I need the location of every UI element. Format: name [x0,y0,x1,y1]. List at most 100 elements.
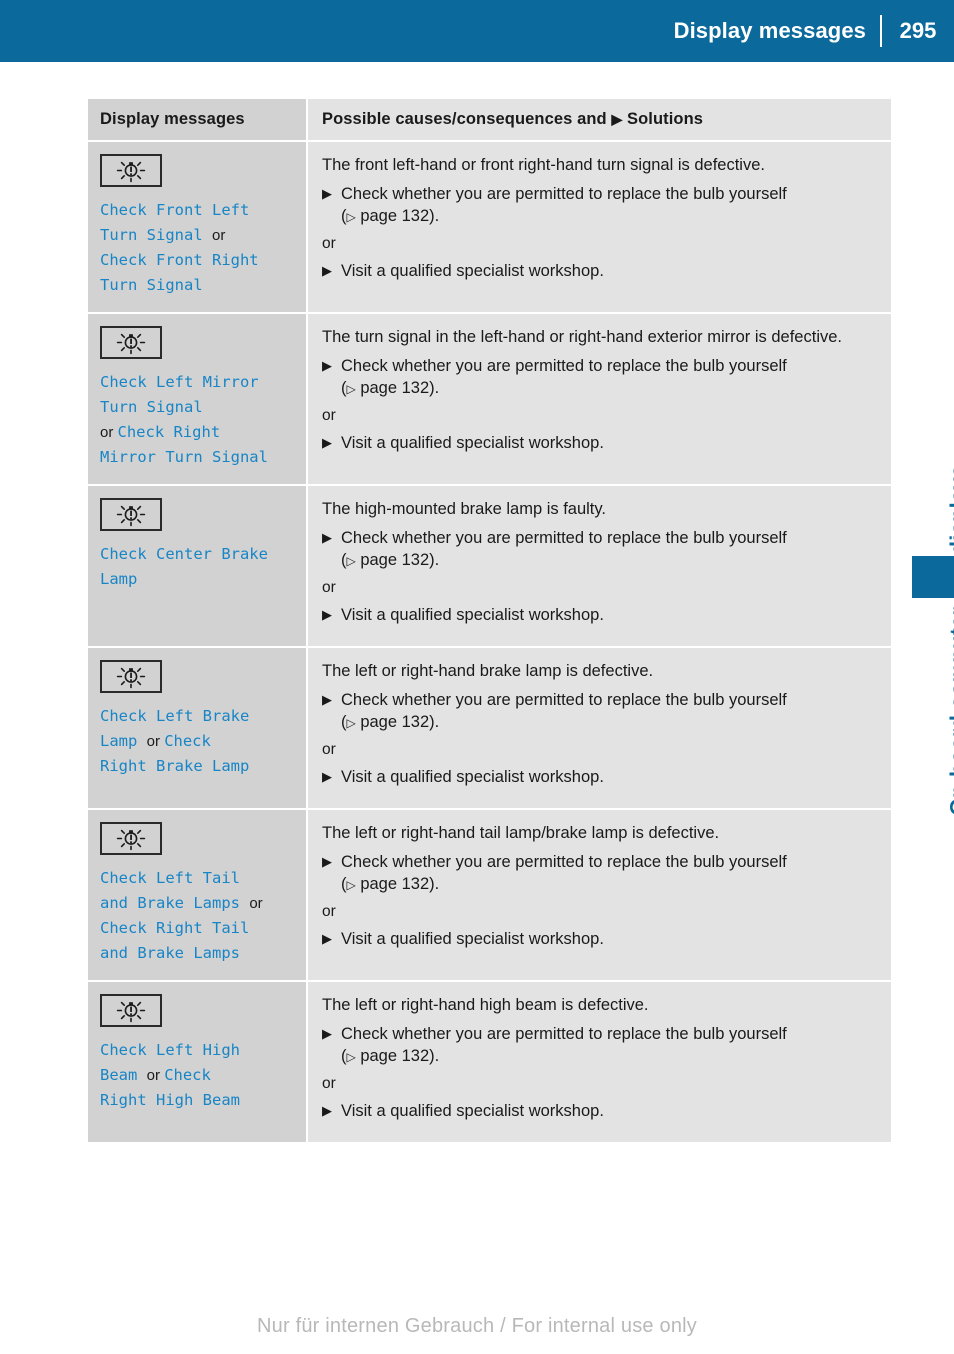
page-reference[interactable]: (▷ page 132). [341,1045,877,1068]
solution-step-text: Visit a qualified specialist workshop. [341,262,604,280]
step-arrow-icon: ▶ [322,692,332,707]
step-arrow-icon: ▶ [322,607,332,622]
solution-step-main: Check whether you are permitted to repla… [341,853,787,871]
message-segment: and Brake Lamps [100,894,250,912]
message-segment: Check Front Left [100,201,250,219]
page-reference[interactable]: (▷ page 132). [341,711,877,734]
display-message-line: Turn Signal or [100,223,292,248]
page-reference[interactable]: (▷ page 132). [341,549,877,572]
page-reference[interactable]: (▷ page 132). [341,873,877,896]
cause-text: The left or right-hand tail lamp/brake l… [322,824,720,842]
cause-solution-cell: The left or right-hand tail lamp/brake l… [308,810,891,980]
message-segment: Check Right Tail [100,919,250,937]
solution-step: ▶ Check whether you are permitted to repl… [322,527,877,572]
message-segment: Turn Signal [100,276,203,294]
table-row: Check Left High Beam or Check Right High B… [88,982,891,1142]
solution-step: ▶ Visit a qualified specialist workshop. [322,260,877,282]
display-message-text: Check Left Mirror Turn Signal or Check Rig… [100,370,292,470]
display-message-text: Check Left High Beam or Check Right High B… [100,1038,292,1113]
display-message-cell: Check Left High Beam or Check Right High B… [88,982,306,1142]
table-row: Check Left Mirror Turn Signal or Check Rig… [88,314,891,484]
or-separator: or [322,1075,336,1092]
solution-step: ▶ Check whether you are permitted to repl… [322,689,877,734]
cause-text: The left or right-hand brake lamp is def… [322,662,654,680]
solution-step-text: Visit a qualified specialist workshop. [341,768,604,786]
message-segment: Lamp [100,732,147,750]
display-message-line: and Brake Lamps or [100,891,292,916]
page-reference-arrow-icon: ▷ [346,210,356,224]
display-message-text: Check Left Brake Lamp or Check Right Brake… [100,704,292,779]
or-separator: or [322,235,336,252]
cause-solution-cell: The turn signal in the left-hand or righ… [308,314,891,484]
step-arrow-icon: ▶ [322,1103,332,1118]
table-row: Check Center Brake Lamp The high-mounted b… [88,486,891,646]
message-segment: Check Center Brake [100,545,268,563]
warning-indicator-box [100,326,162,359]
display-message-line: Mirror Turn Signal [100,445,292,470]
bulb-warning-icon [116,333,146,355]
page-reference[interactable]: (▷ page 132). [341,205,877,228]
solution-step-text: Check whether you are permitted to repla… [341,851,877,896]
display-message-line: Check Left Mirror [100,370,292,395]
display-message-line: Check Front Left [100,198,292,223]
warning-indicator-box [100,660,162,693]
display-message-line: Lamp [100,567,292,592]
message-segment: or [211,227,226,244]
display-message-cell: Check Center Brake Lamp [88,486,306,646]
column-header-solutions: Possible causes/consequences and ▶ Solut… [322,110,703,128]
bulb-warning-icon [116,505,146,527]
page-title: Display messages [673,18,866,43]
solution-step-text: Visit a qualified specialist workshop. [341,434,604,452]
cause-solution-cell: The left or right-hand brake lamp is def… [308,648,891,808]
cause-solution-cell: The front left-hand or front right-hand … [308,142,891,312]
solution-step-text: Check whether you are permitted to repla… [341,355,877,400]
table-header-cell-messages: Display messages [88,99,306,140]
cause-solution-cell: The high-mounted brake lamp is faulty. ▶ C… [308,486,891,646]
display-messages-table: Display messages Possible causes/consequ… [88,99,891,1144]
bulb-warning-icon [116,667,146,689]
solution-step-text: Check whether you are permitted to repla… [341,183,877,228]
display-message-line: Turn Signal [100,395,292,420]
solution-step-main: Check whether you are permitted to repla… [341,529,787,547]
solution-step-text: Check whether you are permitted to repla… [341,1023,877,1068]
page-reference-arrow-icon: ▷ [346,878,356,892]
message-segment: Check [164,1066,211,1084]
solution-step: ▶ Check whether you are permitted to repl… [322,1023,877,1068]
display-message-line: Right High Beam [100,1088,292,1113]
message-segment: or [146,1067,165,1084]
message-segment: Check Left Tail [100,869,240,887]
message-segment: Check Right [117,423,221,441]
display-message-line: Lamp or Check [100,729,292,754]
display-message-line: Check Right Tail [100,916,292,941]
footer-watermark: Nur für internen Gebrauch / For internal… [256,1315,697,1337]
solution-step: ▶ Check whether you are permitted to repl… [322,183,877,228]
document-page: Display messages 295 On-board computer a… [0,0,954,1354]
warning-indicator-box [100,154,162,187]
or-separator: or [322,741,336,758]
message-segment: and Brake Lamps [100,944,240,962]
page-reference-text: page 132). [355,207,440,225]
cause-text: The left or right-hand high beam is defe… [322,996,649,1014]
display-message-cell: Check Front Left Turn Signal or Check Fro… [88,142,306,312]
page-reference-text: page 132). [355,713,440,731]
message-segment: Mirror Turn Signal [100,448,268,466]
message-segment: Check [164,732,211,750]
display-message-line: Right Brake Lamp [100,754,292,779]
column-header-solutions-prefix: Possible causes/consequences and [322,110,612,128]
display-message-line: Beam or Check [100,1063,292,1088]
display-message-line: Check Center Brake [100,542,292,567]
page-reference[interactable]: (▷ page 132). [341,377,877,400]
message-segment: Check Front Right [100,251,259,269]
warning-indicator-box [100,822,162,855]
message-segment: Turn Signal [100,398,203,416]
table-row: Check Front Left Turn Signal or Check Fro… [88,142,891,312]
message-segment: Turn Signal [100,226,212,244]
table-header-cell-solutions: Possible causes/consequences and ▶ Solut… [308,99,891,140]
display-message-cell: Check Left Tail and Brake Lamps or Check R… [88,810,306,980]
message-segment: Lamp [100,570,138,588]
warning-indicator-box [100,498,162,531]
page-reference-arrow-icon: ▷ [346,382,356,396]
step-arrow-icon: ▶ [322,931,332,946]
page-number: 295 [899,18,937,43]
display-message-line: Check Left High [100,1038,292,1063]
